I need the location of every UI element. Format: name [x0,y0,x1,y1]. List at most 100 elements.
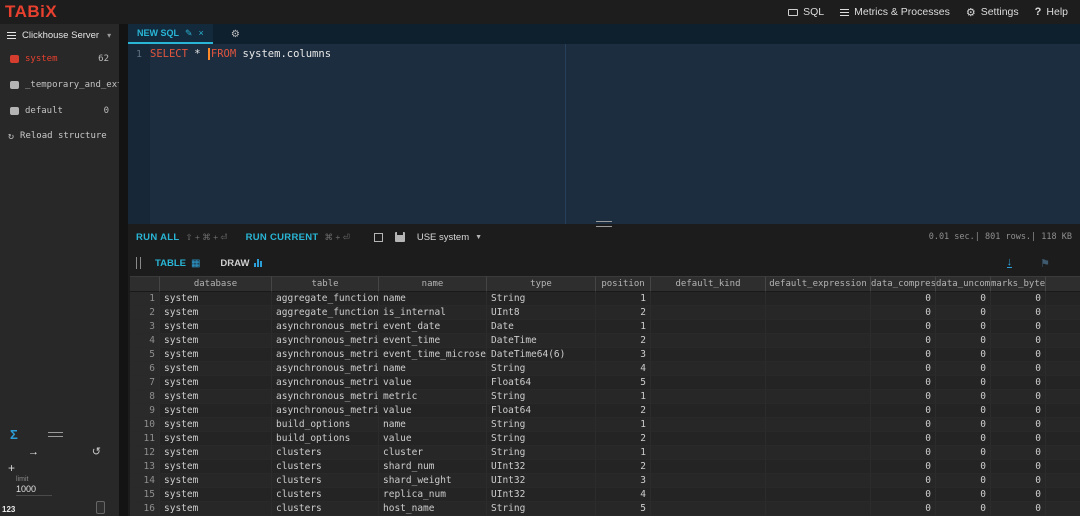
cell-marks_bytes: 0 [991,446,1046,460]
table-row[interactable]: 6systemasynchronous_metric_lognameString… [130,362,1080,376]
add-button[interactable]: + [0,458,119,473]
sidebar-item-system[interactable]: system 62 [0,46,119,72]
table-row[interactable]: 7systemasynchronous_metric_logvalueFloat… [130,376,1080,390]
history-button[interactable]: ↺ [92,445,101,458]
table-row[interactable]: 5systemasynchronous_metric_logevent_time… [130,348,1080,362]
row-number: 16 [130,502,160,516]
pin-icon[interactable]: ⚑ [1040,257,1050,270]
vertical-splitter-handle[interactable] [136,257,141,269]
table-row[interactable]: 10systembuild_optionsnameString1000 [130,418,1080,432]
use-database-select[interactable]: USE system ▼ [417,232,482,243]
table-row[interactable]: 13systemclustersshard_numUInt322000 [130,460,1080,474]
table-row[interactable]: 16systemclustershost_nameString5000 [130,502,1080,516]
dropdown-arrow-icon: ▼ [475,234,482,241]
editor-pane-divider [565,44,566,224]
run-current-button[interactable]: RUN CURRENT [246,232,319,243]
cell-data_uncompre: 0 [936,404,991,418]
column-header-table[interactable]: table [272,276,379,292]
cell-position: 2 [596,460,651,474]
table-row[interactable]: 4systemasynchronous_metric_logevent_time… [130,334,1080,348]
cell-default_expression [766,334,871,348]
cell-position: 1 [596,446,651,460]
download-icon[interactable]: ↓ [1007,258,1013,268]
cell-default_kind [651,474,766,488]
tab-new-sql[interactable]: NEW SQL ✎ × [128,24,213,44]
table-row[interactable]: 9systemasynchronous_metricsvalueFloat642… [130,404,1080,418]
sidebar-drag-handle[interactable] [48,432,63,437]
cell-position: 4 [596,362,651,376]
row-filler [1046,362,1080,376]
server-selector[interactable]: Clickhouse Server ▾ [0,24,119,46]
table-row[interactable]: 8systemasynchronous_metricsmetricString1… [130,390,1080,404]
numeric-mode-toggle[interactable]: 123 [2,505,15,514]
column-header-default_expression[interactable]: default_expression [766,276,871,292]
editor-settings-gear-icon[interactable]: ⚙ [231,29,240,40]
cell-table: clusters [272,502,379,516]
column-header-database[interactable]: database [160,276,272,292]
cell-data_compress: 0 [871,390,936,404]
cell-type: UInt8 [487,306,596,320]
horizontal-splitter-handle[interactable] [596,221,612,227]
export-arrow-button[interactable]: → [28,446,39,458]
cell-default_kind [651,306,766,320]
menu-item-label: Help [1046,6,1068,18]
cell-name: shard_num [379,460,487,474]
cell-type: String [487,292,596,306]
limit-input[interactable]: 1000 [16,484,52,496]
row-number: 2 [130,306,160,320]
table-row[interactable]: 3systemasynchronous_metric_logevent_date… [130,320,1080,334]
cell-data_compress: 0 [871,362,936,376]
database-name: default [25,106,63,116]
menu-item-sql[interactable]: SQL [788,6,824,18]
sigma-button[interactable]: Σ [10,427,18,442]
column-header-position[interactable]: position [596,276,651,292]
cell-data_uncompre: 0 [936,474,991,488]
table-row[interactable]: 14systemclustersshard_weightUInt323000 [130,474,1080,488]
save-icon[interactable] [395,232,405,242]
cell-table: aggregate_function_combi [272,292,379,306]
results-actions: ↓ ⚑ [1007,257,1080,270]
run-all-button[interactable]: RUN ALL [136,232,179,243]
cell-default_expression [766,362,871,376]
menu-item-metrics[interactable]: Metrics & Processes [840,6,950,18]
edit-icon[interactable]: ✎ [185,28,193,39]
cell-data_uncompre: 0 [936,502,991,516]
column-header-data_uncompre[interactable]: data_uncompre [936,276,991,292]
table-row[interactable]: 12systemclustersclusterString1000 [130,446,1080,460]
sidebar-item-temporary[interactable]: _temporary_and_exte [0,72,119,98]
cell-marks_bytes: 0 [991,404,1046,418]
cell-table: asynchronous_metric_log [272,376,379,390]
table-row[interactable]: 11systembuild_optionsvalueString2000 [130,432,1080,446]
column-header-data_compress[interactable]: data_compress [871,276,936,292]
sql-editor[interactable]: 1 SELECT * FROM system.columns [128,44,1080,224]
cell-marks_bytes: 0 [991,362,1046,376]
cell-table: asynchronous_metrics [272,390,379,404]
row-number: 14 [130,474,160,488]
mobile-view-icon[interactable] [96,501,105,514]
column-header-marks_bytes[interactable]: marks_bytes [991,276,1046,292]
cell-marks_bytes: 0 [991,432,1046,446]
row-number: 3 [130,320,160,334]
table-row[interactable]: 15systemclustersreplica_numUInt324000 [130,488,1080,502]
sidebar-item-default[interactable]: default 0 [0,98,119,124]
fullscreen-icon[interactable] [374,233,383,242]
row-filler [1046,488,1080,502]
column-header-type[interactable]: type [487,276,596,292]
cell-type: String [487,418,596,432]
cell-default_kind [651,446,766,460]
table-row[interactable]: 1systemaggregate_function_combinameStrin… [130,292,1080,306]
cell-default_kind [651,348,766,362]
tab-table[interactable]: TABLE ▦ [155,258,200,269]
column-header-default_kind[interactable]: default_kind [651,276,766,292]
limit-control: limit 1000 [0,473,119,496]
reload-structure-button[interactable]: ↻ Reload structure [0,124,119,148]
menu-item-settings[interactable]: ⚙ Settings [966,6,1019,19]
cell-default_kind [651,320,766,334]
tab-draw[interactable]: DRAW [220,258,262,269]
close-icon[interactable]: × [199,28,204,38]
cell-database: system [160,446,272,460]
table-row[interactable]: 2systemaggregate_function_combiis_intern… [130,306,1080,320]
gear-icon: ⚙ [966,6,976,19]
menu-item-help[interactable]: ? Help [1035,6,1068,18]
column-header-name[interactable]: name [379,276,487,292]
